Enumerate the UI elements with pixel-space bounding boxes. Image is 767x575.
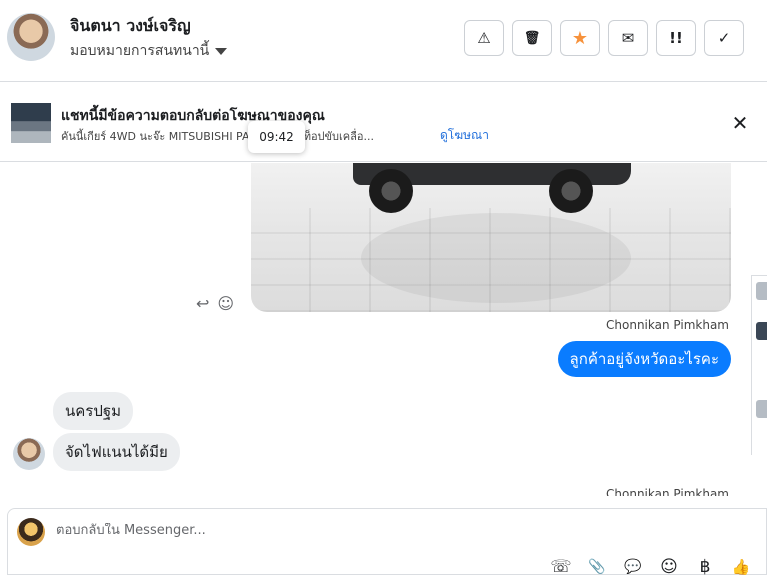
side-avatar[interactable] [756,400,767,418]
chevron-down-icon [215,47,228,55]
report-spam-button[interactable]: ⚠ [464,20,504,56]
assign-label: มอบหมายการสนทนานี้ [70,43,210,59]
sender-name: Chonnikan Pimkham [606,318,729,332]
saved-replies-icon[interactable]: 💬 [622,556,644,575]
ad-reply-banner: แชทนี้มีข้อความตอบกลับต่อโฆษณาของคุณ คัน… [0,83,767,162]
close-icon[interactable]: ✕ [730,113,750,133]
like-icon[interactable]: 👍 [730,556,752,575]
assign-conversation-dropdown[interactable]: มอบหมายการสนทนานี้ [70,40,228,62]
incoming-message[interactable]: นครปฐม [53,392,134,430]
done-icon: ✓ [717,29,731,47]
mark-unread-button[interactable]: ✉ [608,20,648,56]
star-icon: ★ [571,27,589,49]
timestamp-tooltip: 09:42 [248,121,305,153]
photo-message[interactable] [251,163,731,312]
attachment-icon[interactable]: 📎 [586,556,608,575]
incoming-message[interactable]: จัดไฟแนนได้มีย [53,433,180,471]
page-avatar [17,518,45,546]
contact-name[interactable]: จินตนา วงษ์เจริญ [70,14,191,39]
ad-banner-description: คันนี้เกียร์ 4WD นะจ๊ะ MITSUBISHI PAT 20… [61,127,374,145]
conversation-view: จินตนา วงษ์เจริญ มอบหมายการสนทนานี้ ⚠ 🗑 … [0,0,767,575]
message-actions: ↩ ☺ [196,294,234,313]
message-composer: ☏ 📎 💬 ☺ ฿ 👍 [7,508,767,575]
side-avatar[interactable] [756,322,767,340]
ad-thumbnail[interactable] [11,103,51,143]
delete-button[interactable]: 🗑 [512,20,552,56]
mark-unread-icon: ✉ [621,29,635,47]
react-emoji-icon[interactable]: ☺ [217,294,234,313]
mark-done-button[interactable]: ✓ [704,20,744,56]
ad-description-head: คันนี้เกียร์ 4WD นะจ๊ะ MITSUBISHI PA [61,130,249,143]
side-panel-edge [751,275,767,455]
reply-icon[interactable]: ↩ [196,294,209,313]
add-call-icon[interactable]: ☏ [550,556,572,575]
outgoing-message[interactable]: ลูกค้าอยู่จังหวัดอะไรคะ [557,341,731,377]
warning-icon: ⚠ [477,29,491,47]
photo-car-wheel [549,169,593,213]
view-ad-link[interactable]: ดูโฆษณา [440,126,489,145]
sender-name: Chonnikan Pimkham [606,487,729,496]
reply-input[interactable] [56,523,696,538]
photo-reflection [361,213,631,303]
trash-icon: 🗑 [523,30,541,46]
emoji-icon[interactable]: ☺ [658,556,680,575]
contact-avatar-small [13,438,45,470]
photo-car-wheel [369,169,413,213]
contact-avatar[interactable] [7,13,55,61]
follow-up-button[interactable]: !! [656,20,696,56]
side-avatar[interactable] [756,282,767,300]
payment-icon[interactable]: ฿ [694,556,716,575]
star-button[interactable]: ★ [560,20,600,56]
conversation-header: จินตนา วงษ์เจริญ มอบหมายการสนทนานี้ ⚠ 🗑 … [0,0,767,82]
follow-up-icon: !! [669,29,683,47]
